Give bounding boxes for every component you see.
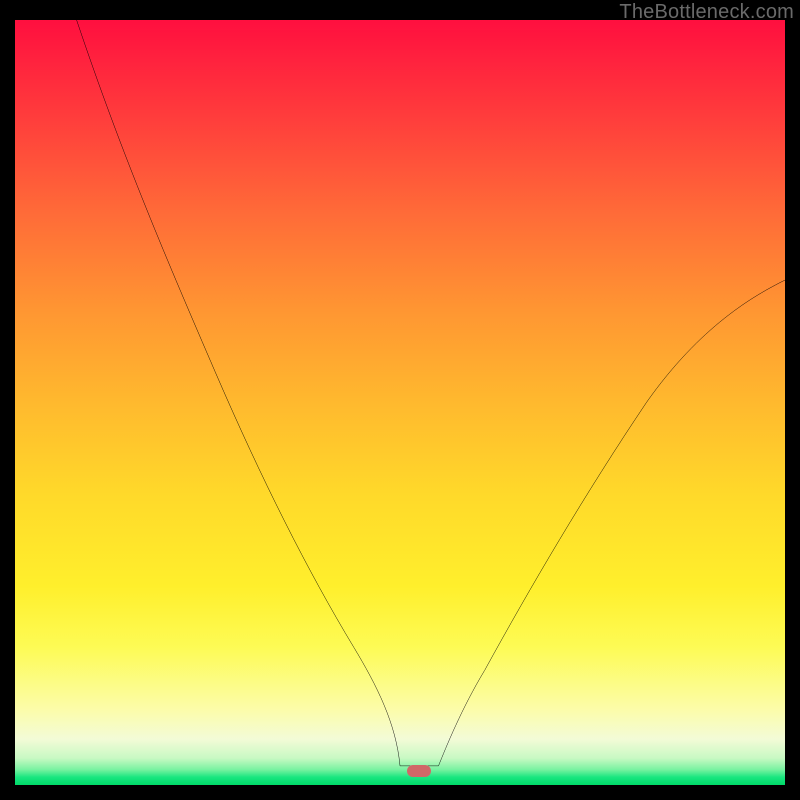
plot-area — [15, 20, 785, 785]
bottleneck-curve — [77, 20, 785, 766]
optimal-point-marker — [407, 765, 431, 777]
chart-frame: TheBottleneck.com — [0, 0, 800, 800]
curve-svg — [15, 20, 785, 785]
watermark-text: TheBottleneck.com — [619, 1, 794, 24]
